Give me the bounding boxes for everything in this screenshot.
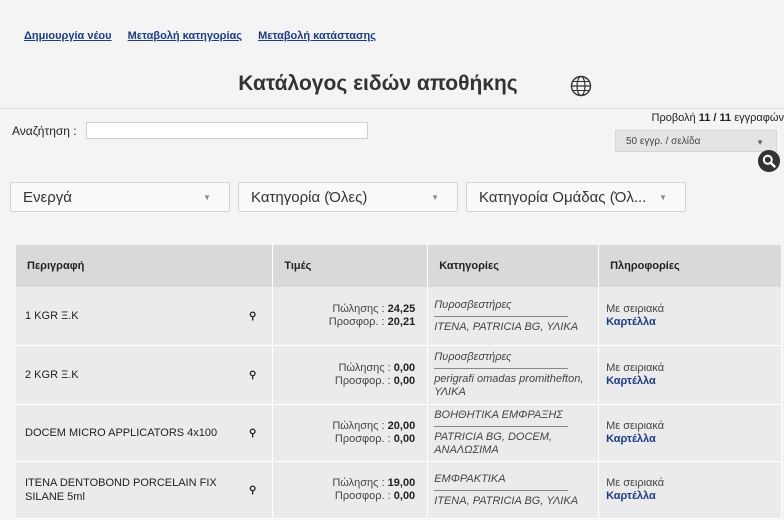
category-secondary: ITENA, PATRICIA BG, ΥΛΙΚΑ [434, 321, 592, 334]
category-primary: Πυροσβεστήρες [434, 351, 592, 364]
view-count: Προβολή 11 / 11 εγγραφών [652, 112, 784, 124]
header-categories[interactable]: Κατηγορίες [428, 245, 599, 287]
view-prefix: Προβολή [652, 112, 696, 124]
magnifier-icon[interactable]: ⚲ [249, 310, 256, 324]
category-secondary: perigrafi omadas promithefton, ΥΛΙΚΑ [434, 373, 592, 399]
view-shown: 11 [699, 112, 711, 124]
category-primary: ΕΜΦΡΑΚΤΙΚΑ [434, 473, 592, 486]
card-link[interactable]: Καρτέλλα [606, 490, 656, 502]
view-suffix: εγγραφών [734, 112, 784, 124]
chevron-down-icon: ▼ [431, 193, 439, 202]
category-divider [434, 316, 568, 317]
create-new-link[interactable]: Δημιουργία νέου [24, 30, 112, 42]
search-input[interactable] [86, 122, 368, 139]
header-prices[interactable]: Τιμές [273, 245, 428, 287]
category-secondary: ITENA, PATRICIA BG, ΥΛΙΚΑ [434, 495, 592, 508]
card-link[interactable]: Καρτέλλα [606, 316, 656, 328]
offer-label: Προσφορ. : [329, 316, 385, 328]
offer-label: Προσφορ. : [335, 433, 391, 445]
item-description[interactable]: 1 KGR Ξ.Κ [25, 310, 79, 322]
serial-info: Με σειριακά [606, 477, 781, 490]
change-category-link[interactable]: Μεταβολή κατηγορίας [128, 30, 242, 42]
top-nav: Δημιουργία νέου Μεταβολή κατηγορίας Μετα… [24, 30, 389, 42]
sale-price: 20,00 [388, 420, 416, 432]
status-filter-value: Ενεργά [23, 189, 72, 206]
header-description[interactable]: Περιγραφή [16, 245, 273, 287]
category-filter[interactable]: Κατηγορία (Όλες) ▼ [238, 182, 458, 212]
sale-price: 24,25 [388, 303, 416, 315]
category-primary: ΒΟΗΘΗΤΙΚΑ ΕΜΦΡΑΞΗΣ [434, 409, 592, 422]
items-table: Περιγραφή Τιμές Κατηγορίες Πληροφορίες 1… [16, 245, 782, 519]
card-link[interactable]: Καρτέλλα [606, 375, 656, 387]
chevron-down-icon: ▼ [203, 193, 211, 202]
group-category-filter[interactable]: Κατηγορία Ομάδας (Όλ... ▼ [466, 182, 686, 212]
globe-icon[interactable] [570, 75, 592, 97]
category-filter-value: Κατηγορία (Όλες) [251, 189, 367, 206]
category-secondary: PATRICIA BG, DOCEM, ΑΝΑΛΩΣΙΜΑ [434, 431, 592, 457]
magnifier-icon[interactable]: ⚲ [249, 484, 256, 498]
search-label: Αναζήτηση : [12, 124, 77, 138]
magnifier-icon[interactable]: ⚲ [249, 427, 256, 441]
sale-label: Πώλησης : [332, 477, 384, 489]
offer-price: 0,00 [394, 433, 415, 445]
item-description[interactable]: 2 KGR Ξ.Κ [25, 369, 79, 381]
table-row: ITENA DENTOBOND PORCELAIN FIX SILANE 5ml… [16, 462, 782, 519]
group-category-filter-value: Κατηγορία Ομάδας (Όλ... [479, 189, 646, 206]
offer-price: 20,21 [388, 316, 416, 328]
category-divider [434, 426, 568, 427]
per-page-select[interactable]: 50 εγγρ. / σελίδα ▼ [615, 130, 777, 152]
sale-label: Πώλησης : [332, 420, 384, 432]
offer-price: 0,00 [394, 375, 415, 387]
sale-label: Πώλησης : [338, 362, 390, 374]
status-filter[interactable]: Ενεργά ▼ [10, 182, 230, 212]
sale-price: 19,00 [388, 477, 416, 489]
item-description[interactable]: DOCEM MICRO APPLICATORS 4x100 [25, 427, 217, 439]
table-header-row: Περιγραφή Τιμές Κατηγορίες Πληροφορίες [16, 245, 782, 287]
offer-label: Προσφορ. : [335, 375, 391, 387]
card-link[interactable]: Καρτέλλα [606, 433, 656, 445]
category-divider [434, 368, 568, 369]
header-info[interactable]: Πληροφορίες [599, 245, 782, 287]
view-total: 11 [720, 112, 732, 124]
table-row: DOCEM MICRO APPLICATORS 4x100 ⚲ Πώλησης :… [16, 405, 782, 462]
sale-label: Πώλησης : [332, 303, 384, 315]
offer-price: 0,00 [394, 490, 415, 502]
search-button[interactable] [758, 150, 780, 172]
view-sep: / [710, 112, 719, 124]
chevron-down-icon: ▼ [756, 138, 764, 147]
per-page-value: 50 εγγρ. / σελίδα [626, 136, 700, 147]
page-title-row: Κατάλογος ειδών αποθήκης [0, 72, 784, 96]
serial-info: Με σειριακά [606, 362, 781, 375]
category-primary: Πυροσβεστήρες [434, 299, 592, 312]
serial-info: Με σειριακά [606, 420, 781, 433]
category-divider [434, 490, 568, 491]
change-status-link[interactable]: Μεταβολή κατάστασης [258, 30, 376, 42]
chevron-down-icon: ▼ [659, 193, 667, 202]
offer-label: Προσφορ. : [335, 490, 391, 502]
table-row: 2 KGR Ξ.Κ ⚲ Πώλησης : 0,00Προσφορ. : 0,00… [16, 346, 782, 405]
magnifier-icon[interactable]: ⚲ [249, 369, 256, 383]
table-row: 1 KGR Ξ.Κ ⚲ Πώλησης : 24,25Προσφορ. : 20,… [16, 287, 782, 346]
serial-info: Με σειριακά [606, 303, 781, 316]
sale-price: 0,00 [394, 362, 415, 374]
item-description[interactable]: ITENA DENTOBOND PORCELAIN FIX SILANE 5ml [25, 477, 217, 503]
page-title: Κατάλογος ειδών αποθήκης [238, 72, 517, 95]
